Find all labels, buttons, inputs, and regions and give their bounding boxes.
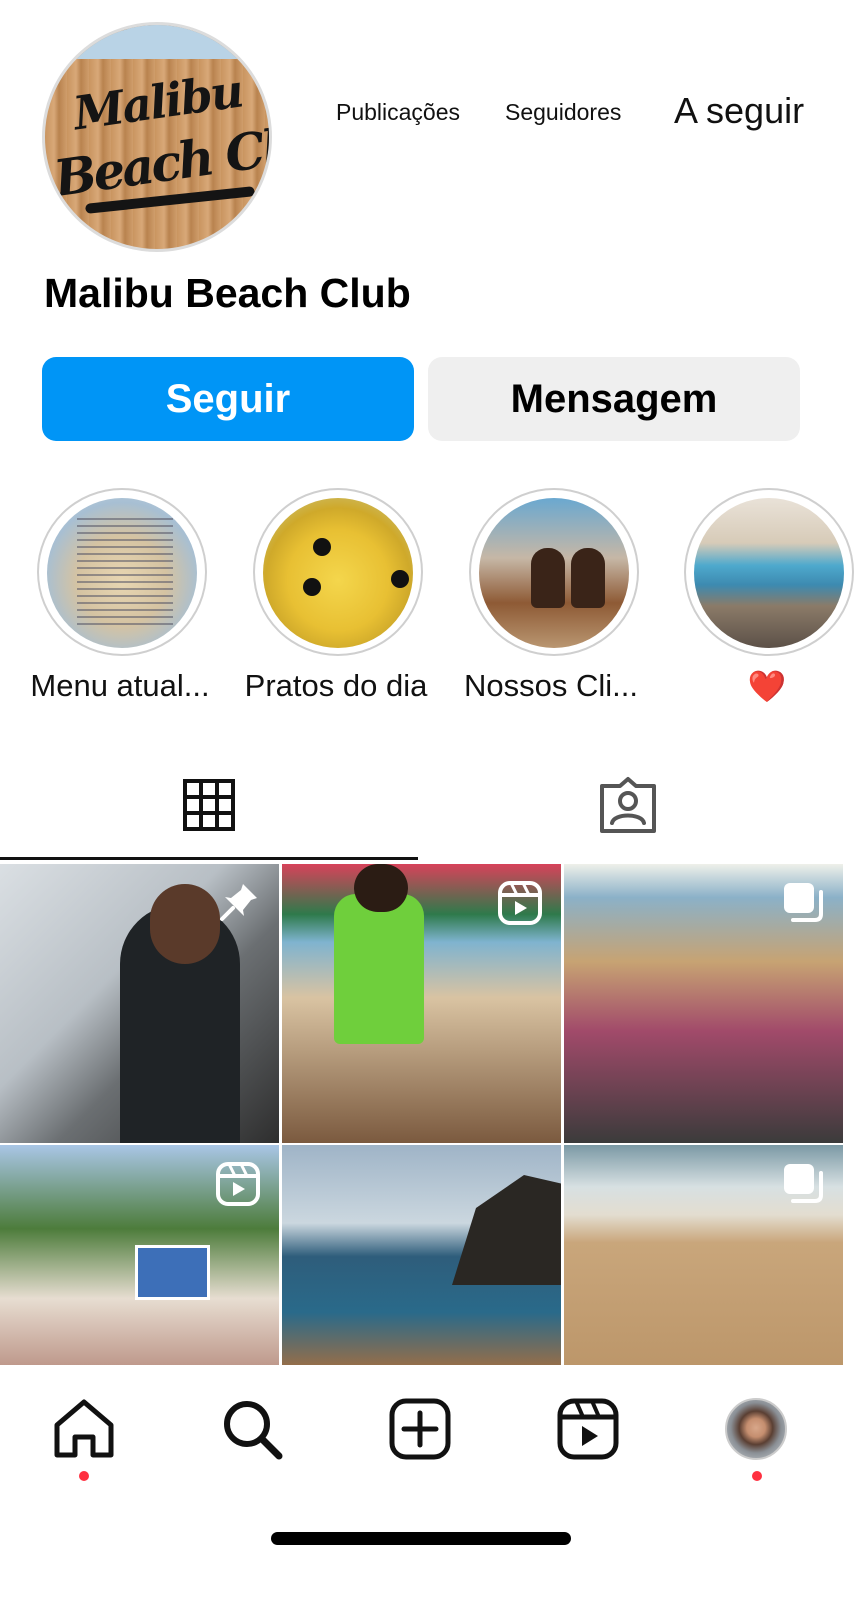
bottom-navigation [0,1365,858,1495]
highlight-label: Menu atual... [30,668,210,703]
nav-search[interactable] [216,1393,288,1465]
post-thumbnail[interactable] [282,864,561,1143]
carousel-icon [784,1164,823,1203]
stat-following[interactable]: A seguir [674,90,804,132]
reel-icon [216,1162,260,1206]
home-icon [54,1399,114,1458]
highlight-cover [479,498,629,648]
nav-create[interactable] [384,1393,456,1465]
tab-tagged[interactable] [418,770,838,840]
profile-avatar[interactable]: Malibu Beach Club [42,22,272,252]
rock-shape [452,1175,561,1285]
profile-name: Malibu Beach Club [44,270,411,316]
profile-stats: Publicações Seguidores A seguir [330,90,830,134]
highlight-clientes[interactable] [469,488,639,656]
highlight-label: ❤️ [747,669,787,704]
reels-icon [557,1398,619,1460]
person-head [150,884,220,964]
message-button[interactable]: Mensagem [428,357,800,441]
search-icon [224,1401,283,1460]
carousel-icon [784,883,823,922]
highlight-label: Pratos do dia [244,668,428,703]
home-indicator[interactable] [271,1532,571,1545]
olive-decoration [391,570,409,588]
stat-followers[interactable]: Seguidores [505,99,621,126]
notification-dot [79,1471,89,1481]
person-head [354,864,408,912]
tagged-icon [600,777,656,833]
highlight-label: Nossos Cli... [464,668,638,703]
highlight-pratos[interactable] [253,488,423,656]
grid-icon [183,779,235,831]
pin-icon [220,884,257,921]
post-thumbnail[interactable] [564,864,843,1143]
highlight-cover [47,498,197,648]
avatar-sky [45,25,269,59]
lion-painting [135,1245,210,1300]
olive-decoration [303,578,321,596]
highlight-cover [263,498,413,648]
person-decoration [571,548,605,608]
highlight-cover [694,498,844,648]
create-icon [389,1398,451,1460]
highlight-menu[interactable] [37,488,207,656]
olive-decoration [313,538,331,556]
person-decoration [531,548,565,608]
person-shirt [334,894,424,1044]
profile-avatar-small [725,1398,787,1460]
notification-dot [752,1471,762,1481]
stat-posts[interactable]: Publicações [336,99,460,126]
tab-posts-grid[interactable] [0,770,418,840]
nav-profile[interactable] [720,1393,792,1465]
nav-home[interactable] [48,1393,120,1465]
post-thumbnail[interactable] [0,864,279,1143]
follow-button[interactable]: Seguir [42,357,414,441]
highlight-heart[interactable] [684,488,854,656]
reel-icon [498,881,542,925]
nav-reels[interactable] [552,1393,624,1465]
active-tab-indicator [0,857,418,860]
